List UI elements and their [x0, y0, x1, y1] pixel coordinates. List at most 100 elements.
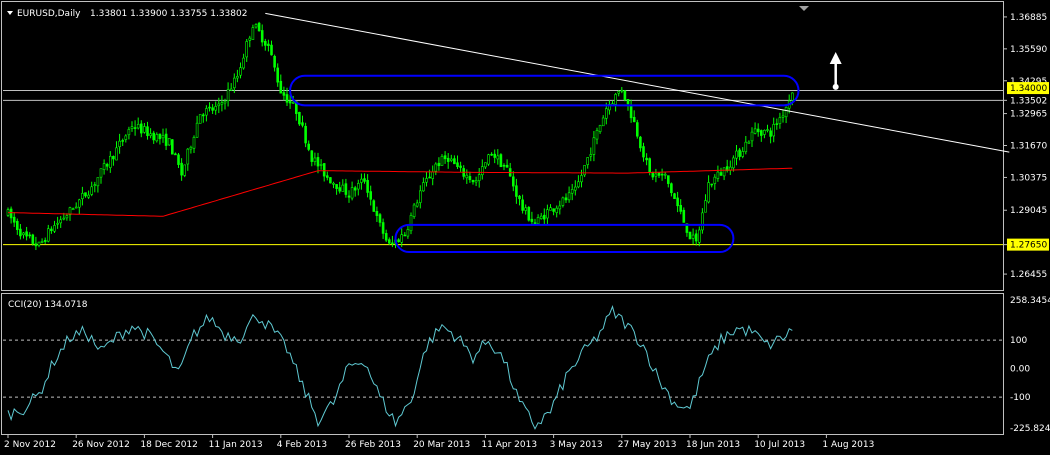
candle[interactable] — [186, 148, 190, 171]
candle[interactable] — [43, 237, 47, 245]
candle[interactable] — [623, 90, 627, 102]
candle[interactable] — [418, 185, 422, 209]
candle[interactable] — [115, 141, 118, 161]
candle[interactable] — [688, 231, 692, 240]
candle[interactable] — [493, 149, 497, 164]
cci-plot-area[interactable] — [3, 305, 1003, 430]
candle[interactable] — [499, 153, 503, 168]
candle[interactable] — [350, 181, 354, 201]
candle[interactable] — [468, 171, 472, 183]
candle[interactable] — [601, 115, 605, 127]
candle[interactable] — [741, 147, 745, 159]
candle[interactable] — [691, 228, 695, 245]
candle[interactable] — [592, 130, 596, 162]
candle[interactable] — [564, 193, 568, 203]
candle[interactable] — [459, 161, 462, 173]
candle[interactable] — [25, 226, 28, 241]
candle[interactable] — [527, 206, 531, 222]
candle[interactable] — [158, 133, 162, 145]
candle[interactable] — [356, 179, 360, 196]
candle[interactable] — [149, 128, 152, 139]
candle[interactable] — [15, 218, 19, 235]
candle[interactable] — [632, 110, 636, 123]
candle[interactable] — [307, 140, 311, 152]
candle[interactable] — [239, 62, 242, 79]
candle[interactable] — [344, 178, 348, 198]
candle[interactable] — [710, 183, 714, 188]
candle[interactable] — [81, 186, 84, 206]
candle[interactable] — [347, 190, 351, 203]
candle[interactable] — [766, 124, 769, 133]
candle[interactable] — [518, 194, 521, 206]
candle[interactable] — [660, 168, 664, 181]
candle[interactable] — [127, 126, 131, 140]
candle[interactable] — [577, 175, 580, 189]
candle[interactable] — [555, 205, 559, 218]
candle[interactable] — [220, 95, 224, 112]
candle[interactable] — [84, 192, 87, 198]
candle[interactable] — [595, 127, 599, 145]
candle[interactable] — [716, 165, 720, 182]
candle[interactable] — [155, 132, 159, 143]
candle[interactable] — [205, 105, 208, 122]
candle[interactable] — [397, 238, 400, 243]
candle[interactable] — [192, 135, 196, 154]
candle[interactable] — [713, 174, 717, 190]
candle[interactable] — [257, 21, 261, 32]
candle[interactable] — [366, 174, 369, 198]
candle[interactable] — [263, 38, 267, 51]
candle[interactable] — [143, 122, 146, 134]
candle[interactable] — [360, 173, 363, 190]
candle[interactable] — [431, 165, 435, 186]
candle[interactable] — [465, 169, 469, 184]
chart-canvas[interactable]: 1.368851.355901.342951.335021.329651.316… — [0, 0, 1050, 455]
chart-menu-triangle-icon[interactable] — [7, 11, 13, 15]
candle[interactable] — [487, 153, 490, 166]
candle[interactable] — [673, 192, 676, 200]
candle[interactable] — [130, 121, 134, 132]
candle[interactable] — [778, 112, 782, 129]
candle[interactable] — [570, 183, 574, 201]
candle[interactable] — [59, 216, 63, 228]
candle[interactable] — [140, 120, 143, 138]
candle[interactable] — [474, 176, 478, 187]
candle[interactable] — [19, 224, 22, 240]
candle[interactable] — [446, 153, 450, 169]
candle[interactable] — [40, 238, 44, 244]
candle[interactable] — [539, 212, 543, 220]
candle[interactable] — [505, 159, 509, 168]
candle[interactable] — [242, 53, 245, 70]
candle[interactable] — [704, 194, 707, 213]
candle[interactable] — [260, 24, 264, 47]
candle[interactable] — [666, 175, 670, 188]
candle[interactable] — [443, 151, 447, 164]
candle[interactable] — [542, 208, 546, 225]
candle[interactable] — [34, 236, 38, 251]
candle[interactable] — [56, 216, 59, 229]
candle[interactable] — [753, 122, 757, 135]
candle[interactable] — [722, 167, 726, 181]
candle[interactable] — [214, 101, 217, 115]
candle[interactable] — [524, 204, 528, 215]
candle[interactable] — [298, 111, 301, 126]
candle[interactable] — [9, 206, 13, 224]
candle[interactable] — [208, 102, 211, 112]
candle[interactable] — [744, 135, 748, 155]
candle[interactable] — [341, 179, 345, 192]
candle[interactable] — [502, 163, 506, 171]
candle[interactable] — [282, 86, 286, 101]
candle[interactable] — [412, 202, 416, 219]
candle[interactable] — [304, 122, 307, 148]
candle[interactable] — [558, 200, 562, 215]
candle[interactable] — [189, 145, 193, 154]
candle[interactable] — [697, 226, 701, 247]
candle[interactable] — [484, 162, 487, 170]
candle[interactable] — [109, 151, 112, 173]
candle[interactable] — [477, 167, 481, 188]
candle[interactable] — [403, 232, 407, 237]
candle[interactable] — [229, 83, 233, 92]
candle[interactable] — [456, 155, 459, 169]
candle[interactable] — [629, 99, 633, 123]
candle[interactable] — [784, 106, 788, 124]
candle[interactable] — [12, 212, 16, 227]
